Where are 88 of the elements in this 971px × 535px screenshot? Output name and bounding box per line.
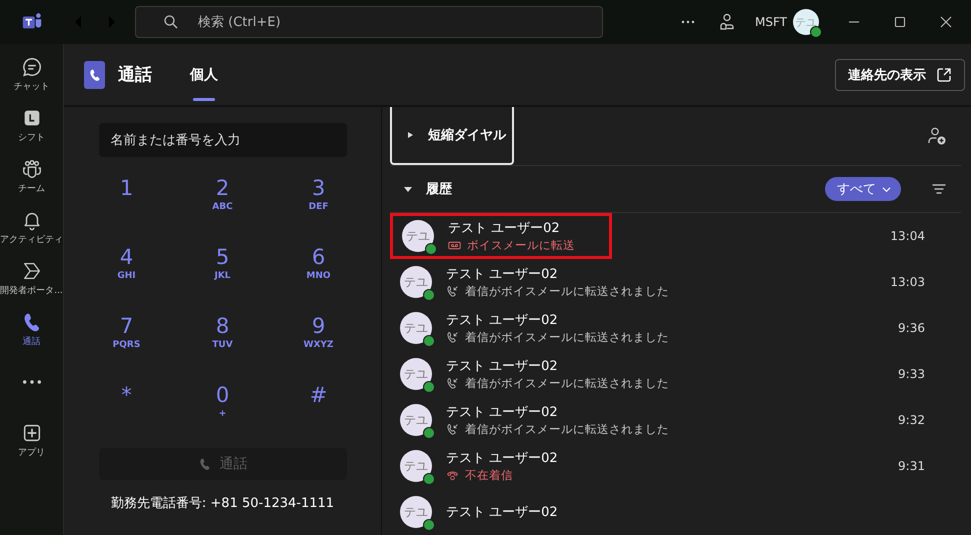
presence-dot xyxy=(423,519,435,531)
history-row[interactable]: テユ テスト ユーザー02 ボイスメールに転送 13:04 xyxy=(390,213,961,259)
call-status: 不在着信 xyxy=(465,468,513,483)
history-toggle[interactable]: 履歴 xyxy=(404,180,452,198)
call-time: 9:31 xyxy=(898,459,925,473)
presence-dot xyxy=(423,335,435,347)
dialpad-key[interactable]: 3 DEF xyxy=(270,175,366,231)
call-time: 13:04 xyxy=(890,229,925,243)
dialpad-key[interactable]: 2 ABC xyxy=(174,175,270,231)
chat-bubble-icon xyxy=(20,56,42,78)
presence-dot xyxy=(423,473,435,485)
sidebar-item[interactable]: シフト xyxy=(0,103,63,150)
call-status: 着信がボイスメールに転送されました xyxy=(465,284,669,299)
maximize-icon[interactable] xyxy=(893,15,907,29)
incoming-call-icon xyxy=(446,377,459,390)
caller-name: テスト ユーザー02 xyxy=(446,312,559,329)
caller-name: テスト ユーザー02 xyxy=(446,358,559,375)
dialpad-key[interactable]: 4 GHI xyxy=(78,244,174,300)
incoming-call-icon xyxy=(446,423,459,436)
history-row[interactable]: テユ テスト ユーザー02 着信がボイスメールに転送されました 9:33 xyxy=(390,351,961,397)
dialpad-key[interactable]: # xyxy=(270,382,366,438)
avatar: テユ xyxy=(400,496,432,528)
dialpad-key[interactable]: 0 + xyxy=(174,382,270,438)
view-contacts-button[interactable]: 連絡先の表示 xyxy=(835,58,965,90)
search-field[interactable]: 検索 (Ctrl+E) xyxy=(135,6,603,38)
tab[interactable]: 個人 xyxy=(188,44,220,105)
presence-dot xyxy=(425,243,437,255)
people-group-icon xyxy=(20,158,42,180)
voicemail-icon xyxy=(448,239,461,252)
presence-dot xyxy=(423,289,435,301)
dialpad-key[interactable]: 7 PQRS xyxy=(78,313,174,369)
more-icon xyxy=(22,380,40,384)
caller-name: テスト ユーザー02 xyxy=(448,220,561,237)
call-time: 13:03 xyxy=(890,275,925,289)
number-input-field[interactable]: 名前または番号を入力 xyxy=(98,123,346,157)
caller-name: テスト ユーザー02 xyxy=(446,450,558,467)
history-row[interactable]: テユ テスト ユーザー02 着信がボイスメールに転送されました 9:32 xyxy=(390,397,961,443)
dialpad-key[interactable]: 5 JKL xyxy=(174,244,270,300)
presence-dot xyxy=(423,427,435,439)
sidebar-item[interactable]: 開発者ポータ... xyxy=(0,256,63,303)
work-phone-number: 勤務先電話番号: +81 50-1234-1111 xyxy=(110,495,334,512)
dialpad-key[interactable]: 9 WXYZ xyxy=(270,313,366,369)
speed-dial-toggle[interactable]: 短縮ダイヤル xyxy=(390,107,514,165)
avatar: テユ xyxy=(402,220,434,252)
sidebar-item[interactable]: チャット xyxy=(0,52,63,99)
dialpad-key[interactable]: 6 MNO xyxy=(270,244,366,300)
sidebar-item[interactable]: アクティビティ xyxy=(0,205,63,252)
call-status: 着信がボイスメールに転送されました xyxy=(465,376,669,391)
incoming-call-icon xyxy=(446,285,459,298)
close-icon[interactable] xyxy=(939,15,953,29)
avatar: テユ xyxy=(400,312,432,344)
add-contact-icon[interactable] xyxy=(927,126,947,146)
search-icon xyxy=(163,14,179,30)
history-row[interactable]: テユ テスト ユーザー02 不在着信 9:31 xyxy=(390,443,961,489)
avatar: テユ xyxy=(400,358,432,390)
caller-name: テスト ユーザー02 xyxy=(446,266,559,283)
org-name: MSFT xyxy=(755,15,787,29)
phone-app-icon xyxy=(84,60,105,88)
filter-dropdown[interactable]: すべて xyxy=(825,177,901,201)
dialpad-key[interactable]: * xyxy=(78,382,174,438)
triangle-icon xyxy=(404,185,412,193)
telephone-icon xyxy=(446,469,459,482)
avatar: テユ xyxy=(400,266,432,298)
history-row[interactable]: テユ テスト ユーザー02 xyxy=(390,489,961,535)
call-status: 着信がボイスメールに転送されました xyxy=(465,330,669,345)
avatar: テユ xyxy=(400,450,432,482)
sidebar-item[interactable]: アプリ xyxy=(0,418,63,465)
sidebar-item[interactable]: チーム xyxy=(0,154,63,201)
sidebar-item[interactable]: 通話 xyxy=(0,307,63,354)
avatar: テユ xyxy=(400,404,432,436)
history-row[interactable]: テユ テスト ユーザー02 着信がボイスメールに転送されました 9:36 xyxy=(390,305,961,351)
call-status: ボイスメールに転送 xyxy=(467,238,575,253)
caller-name: テスト ユーザー02 xyxy=(446,504,558,521)
history-row[interactable]: テユ テスト ユーザー02 着信がボイスメールに転送されました 13:03 xyxy=(390,259,961,305)
call-status: 着信がボイスメールに転送されました xyxy=(465,422,669,437)
incoming-call-icon xyxy=(446,331,459,344)
call-time: 9:32 xyxy=(898,413,925,427)
chevron-down-icon xyxy=(882,184,891,194)
dialpad-key[interactable]: 8 TUV xyxy=(174,313,270,369)
dialpad-key[interactable]: 1 xyxy=(78,175,174,231)
call-time: 9:33 xyxy=(898,367,925,381)
triangle-icon xyxy=(406,131,414,139)
phone-icon xyxy=(198,457,212,471)
external-link-icon xyxy=(936,66,952,82)
presence-dot xyxy=(423,381,435,393)
page-title: 通話 xyxy=(118,64,152,86)
caller-name: テスト ユーザー02 xyxy=(446,404,559,421)
call-time: 9:36 xyxy=(898,321,925,335)
